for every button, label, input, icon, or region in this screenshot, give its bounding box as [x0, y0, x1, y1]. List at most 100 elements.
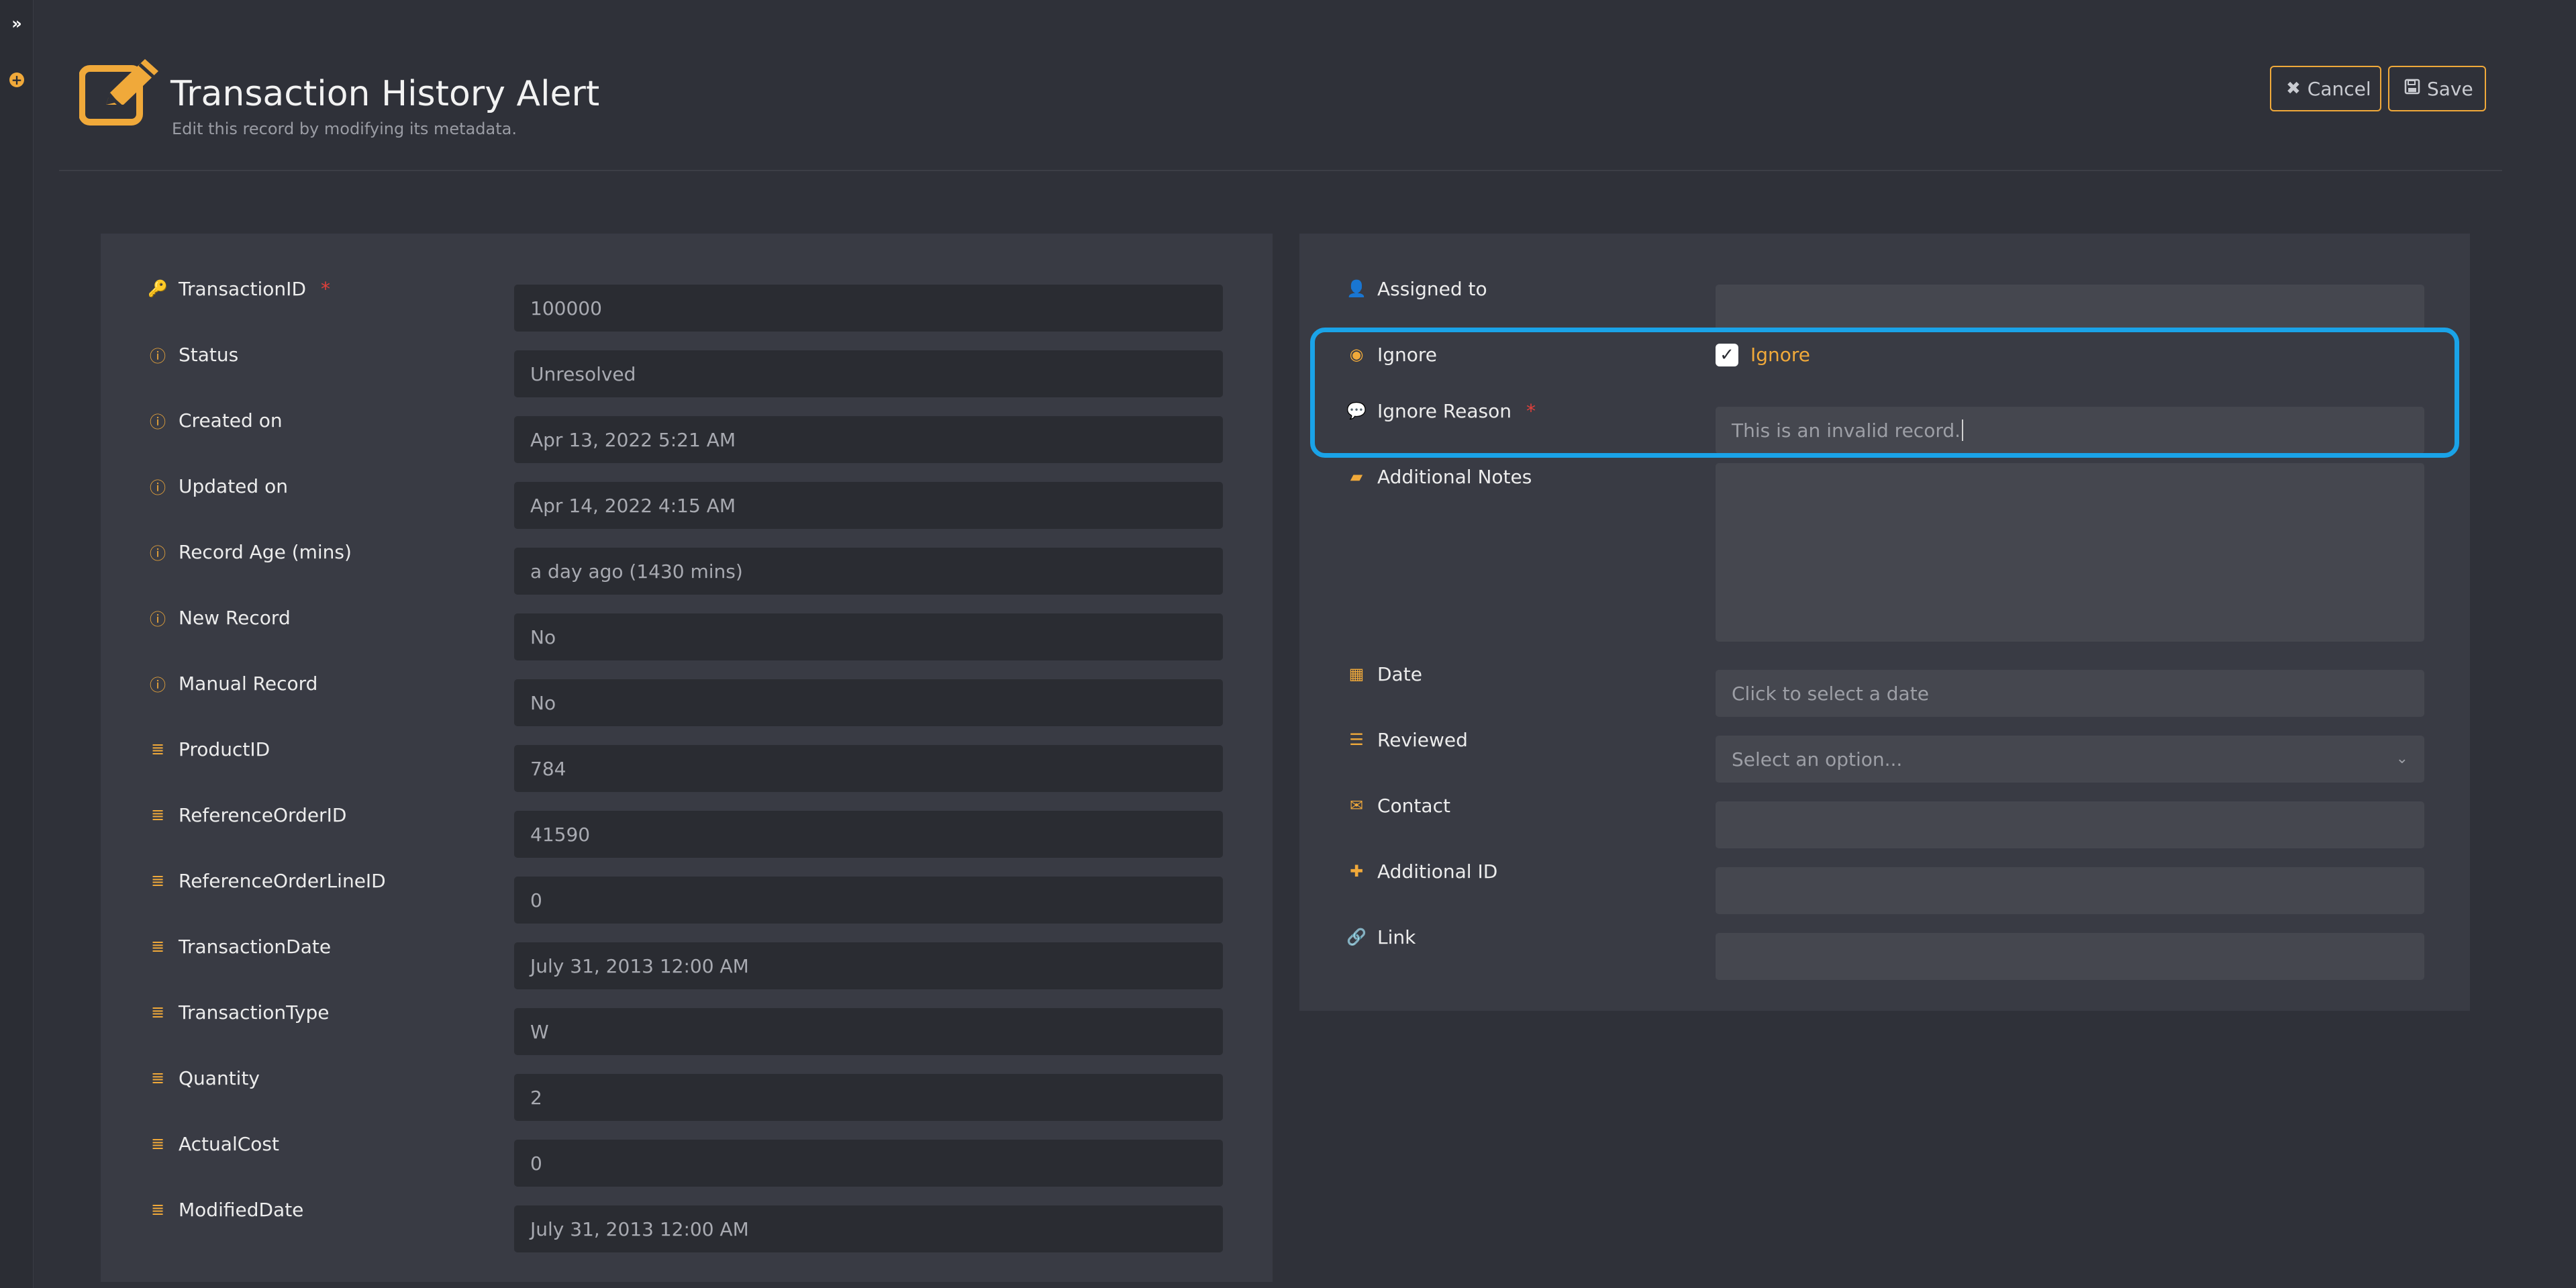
add-icon[interactable]: + [9, 72, 24, 87]
field-row-transactiondate: ≣ TransactionDate July 31, 2013 12:00 AM [149, 933, 1223, 989]
field-label: ReferenceOrderLineID [179, 869, 386, 892]
field-label: Reviewed [1377, 728, 1468, 751]
database-icon: ≣ [150, 1069, 165, 1087]
field-row-contact: ✉ Contact [1348, 792, 2424, 848]
field-row-additional-id: ✚ Additional ID [1348, 858, 2424, 914]
referenceorderlineid-field[interactable]: 0 [514, 877, 1223, 924]
key-icon: 🔑 [148, 279, 168, 298]
transactiondate-field[interactable]: July 31, 2013 12:00 AM [514, 942, 1223, 989]
field-label: ActualCost [179, 1132, 279, 1155]
database-icon: ≣ [150, 1200, 165, 1219]
field-row-additional-notes: ▰ Additional Notes [1348, 463, 2424, 651]
cancel-button[interactable]: ✖ Cancel [2270, 66, 2381, 111]
database-icon: ≣ [150, 871, 165, 890]
quantity-field[interactable]: 2 [514, 1074, 1223, 1121]
created-on-field[interactable]: Apr 13, 2022 5:21 AM [514, 416, 1223, 463]
list-icon: ☰ [1349, 730, 1364, 749]
additional-notes-textarea[interactable] [1716, 463, 2424, 642]
sidebar-rail: » + [0, 0, 34, 1288]
field-label: ReferenceOrderID [179, 803, 347, 826]
field-label: Record Age (mins) [179, 540, 352, 563]
field-label: Status [179, 343, 239, 366]
field-row-date: ▦ Date Click to select a date [1348, 660, 2424, 717]
field-label: ProductID [179, 738, 270, 760]
info-icon: ⓘ [150, 609, 166, 629]
referenceorderid-field[interactable]: 41590 [514, 811, 1223, 858]
user-icon: 👤 [1346, 279, 1367, 298]
transactionid-field[interactable]: 100000 [514, 285, 1223, 332]
required-marker: * [321, 277, 330, 300]
field-label: Updated on [179, 475, 288, 497]
field-label: Manual Record [179, 672, 318, 695]
field-label: Quantity [179, 1067, 260, 1089]
transactiontype-field[interactable]: W [514, 1008, 1223, 1055]
chevron-down-icon: ⌄ [2395, 750, 2408, 767]
field-label: Additional Notes [1377, 465, 1532, 488]
field-label: TransactionID [179, 277, 306, 300]
info-icon: ⓘ [150, 675, 166, 695]
actualcost-field[interactable]: 0 [514, 1140, 1223, 1187]
field-row-link: 🔗 Link [1346, 924, 2424, 980]
calendar-icon: ▦ [1348, 664, 1365, 683]
productid-field[interactable]: 784 [514, 745, 1223, 792]
field-label: Link [1377, 926, 1416, 948]
save-button[interactable]: Save [2388, 66, 2486, 111]
save-label: Save [2427, 77, 2473, 100]
link-icon: 🔗 [1346, 928, 1367, 946]
plus-icon: ✚ [1349, 862, 1364, 881]
database-icon: ≣ [150, 740, 165, 758]
field-row-new-record: ⓘ New Record No [149, 604, 1223, 660]
field-row-modifieddate: ≣ ModifiedDate July 31, 2013 12:00 AM [149, 1196, 1223, 1252]
sticky-note-icon: ▰ [1350, 467, 1363, 486]
page-subtitle: Edit this record by modifying its metada… [172, 119, 517, 138]
status-field[interactable]: Unresolved [514, 350, 1223, 397]
field-label: Created on [179, 409, 283, 432]
field-row-manual-record: ⓘ Manual Record No [149, 670, 1223, 726]
reviewed-select-value: Select an option... [1732, 748, 1903, 771]
close-icon: ✖ [2286, 79, 2301, 99]
field-row-quantity: ≣ Quantity 2 [149, 1064, 1223, 1121]
database-icon: ≣ [150, 805, 165, 824]
database-icon: ≣ [150, 1134, 165, 1153]
database-icon: ≣ [150, 937, 165, 956]
record-fields-panel: 🔑 TransactionID * 100000 ⓘ Status Unresolve… [101, 234, 1273, 1282]
link-input[interactable] [1716, 933, 2424, 980]
page-header: Transaction History Alert Edit this reco… [59, 54, 2502, 171]
field-label: TransactionType [179, 1001, 330, 1024]
field-row-status: ⓘ Status Unresolved [149, 341, 1223, 397]
field-row-reviewed: ☰ Reviewed Select an option... ⌄ [1348, 726, 2424, 783]
reviewed-select[interactable]: Select an option... ⌄ [1716, 736, 2424, 783]
field-row-record-age: ⓘ Record Age (mins) a day ago (1430 mins) [149, 538, 1223, 595]
record-age-field[interactable]: a day ago (1430 mins) [514, 548, 1223, 595]
ignore-section-highlight [1310, 328, 2459, 458]
field-label: Additional ID [1377, 860, 1498, 883]
additional-id-input[interactable] [1716, 867, 2424, 914]
contact-input[interactable] [1716, 801, 2424, 848]
new-record-field[interactable]: No [514, 613, 1223, 660]
floppy-disk-icon [2404, 79, 2420, 99]
field-row-referenceorderlineid: ≣ ReferenceOrderLineID 0 [149, 867, 1223, 924]
info-icon: ⓘ [150, 544, 166, 563]
field-row-assigned-to: 👤 Assigned to [1346, 275, 2424, 332]
info-icon: ⓘ [150, 346, 166, 366]
field-row-transactiontype: ≣ TransactionType W [149, 999, 1223, 1055]
info-icon: ⓘ [150, 478, 166, 497]
envelope-icon: ✉ [1349, 796, 1364, 815]
field-label: ModifiedDate [179, 1198, 304, 1221]
field-label: New Record [179, 606, 291, 629]
edit-icon [79, 59, 166, 126]
field-label: TransactionDate [179, 935, 332, 958]
modifieddate-field[interactable]: July 31, 2013 12:00 AM [514, 1205, 1223, 1252]
field-label: Contact [1377, 794, 1450, 817]
expand-sidebar-icon[interactable]: » [9, 14, 24, 33]
field-label: Date [1377, 662, 1422, 685]
info-icon: ⓘ [150, 412, 166, 432]
field-row-productid: ≣ ProductID 784 [149, 736, 1223, 792]
assigned-to-input[interactable] [1716, 285, 2424, 332]
field-row-created-on: ⓘ Created on Apr 13, 2022 5:21 AM [149, 407, 1223, 463]
field-row-updated-on: ⓘ Updated on Apr 14, 2022 4:15 AM [149, 473, 1223, 529]
field-row-actualcost: ≣ ActualCost 0 [149, 1130, 1223, 1187]
updated-on-field[interactable]: Apr 14, 2022 4:15 AM [514, 482, 1223, 529]
manual-record-field[interactable]: No [514, 679, 1223, 726]
date-picker-input[interactable]: Click to select a date [1716, 670, 2424, 717]
